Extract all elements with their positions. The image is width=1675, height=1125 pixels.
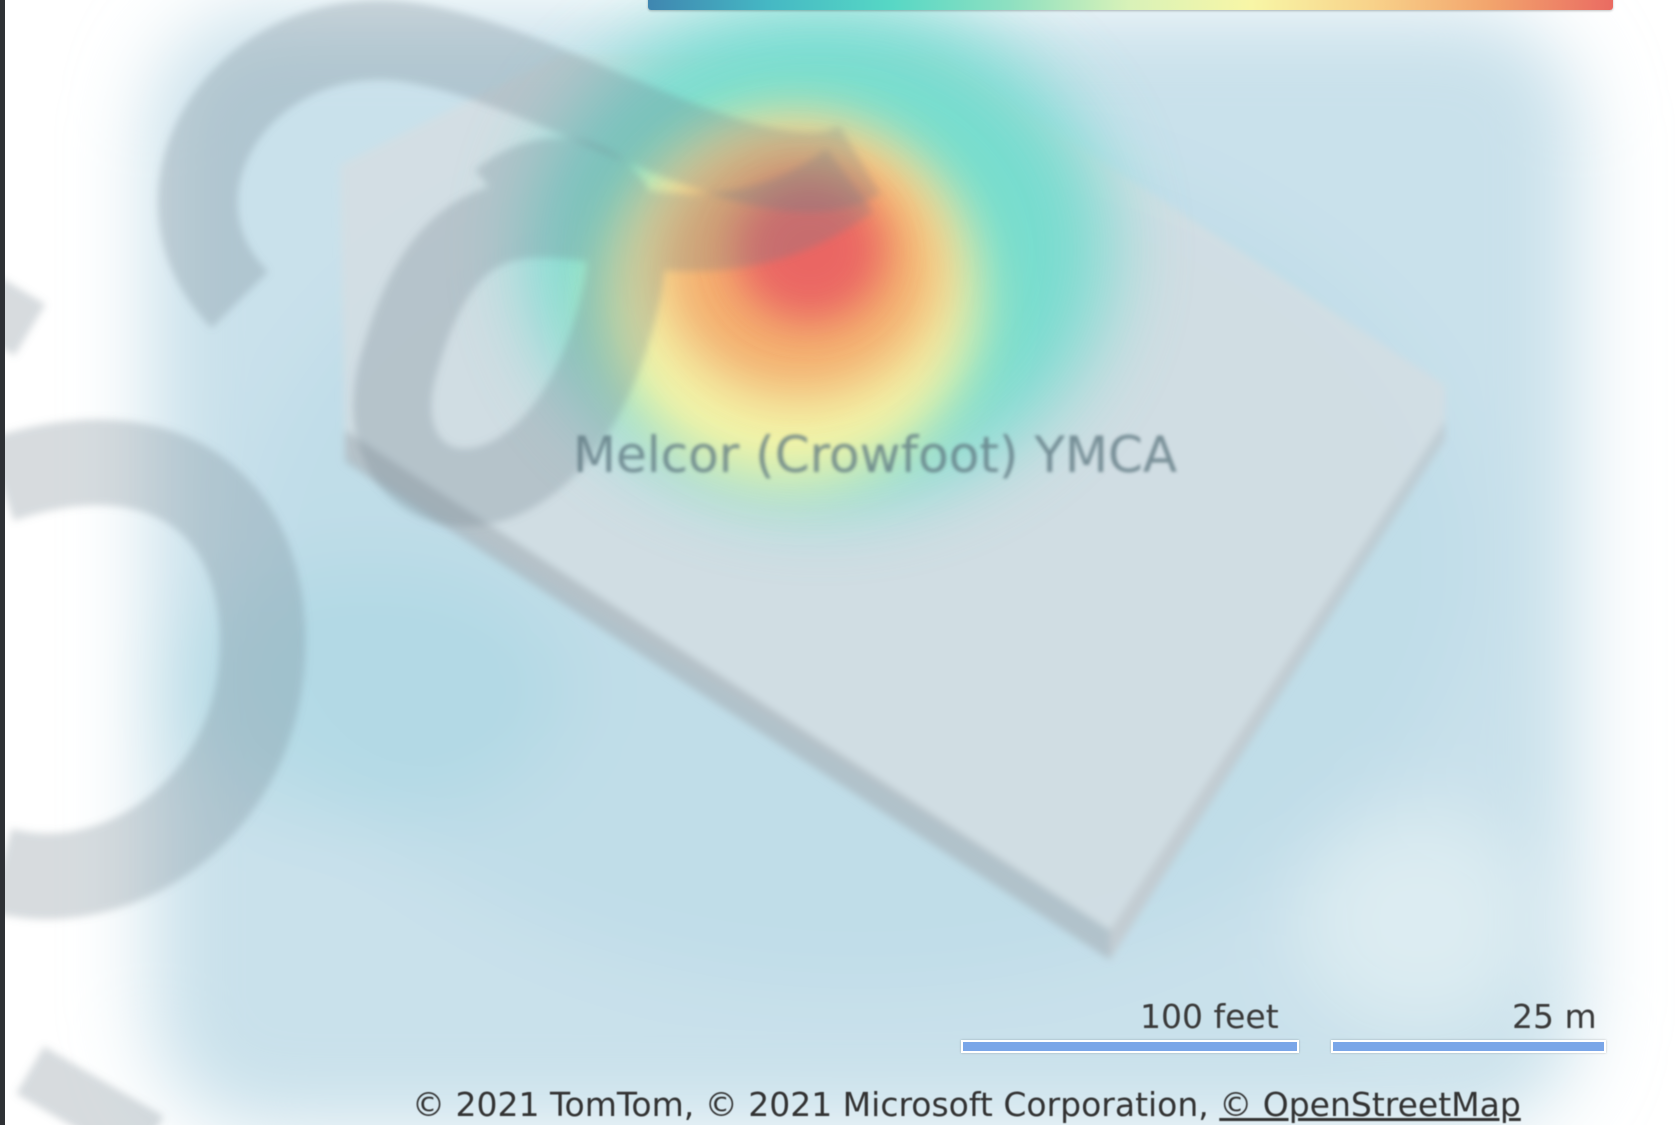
map-canvas[interactable]: Melcor (Crowfoot) YMCA 100 feet 25 m © 2… [0,0,1675,1125]
scale-imperial-bar [961,1040,1299,1053]
scale-metric-bar [1331,1040,1606,1053]
window-left-edge [0,0,5,1125]
heatmap-layer [0,0,1580,1125]
place-label[interactable]: Melcor (Crowfoot) YMCA [0,426,1675,484]
openstreetmap-link[interactable]: © OpenStreetMap [1219,1085,1521,1124]
scale-metric-label: 25 m [1512,997,1597,1036]
scale-imperial-label: 100 feet [1140,997,1279,1036]
heatmap-color-legend [648,0,1613,10]
attribution-text: © 2021 TomTom, © 2021 Microsoft Corporat… [412,1085,1220,1124]
map-attribution: © 2021 TomTom, © 2021 Microsoft Corporat… [412,1085,1521,1124]
